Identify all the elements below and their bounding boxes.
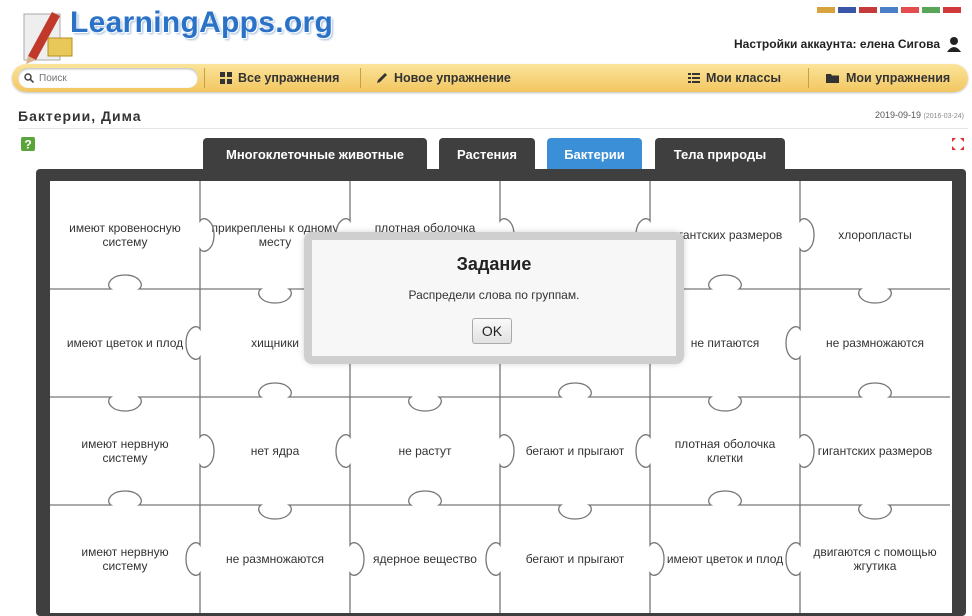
tab-label: Тела природы: [673, 146, 767, 162]
grid-icon: [220, 72, 232, 84]
nav-my-classes-label: Мои классы: [706, 71, 782, 85]
ok-button[interactable]: OK: [472, 318, 512, 344]
divider: [18, 128, 968, 129]
user-icon[interactable]: [946, 36, 962, 52]
task-dialog: Задание Распредели слова по группам. OK: [304, 232, 684, 364]
account-label[interactable]: Настройки аккаунта: елена Сигова: [734, 37, 940, 51]
site-logo[interactable]: LearningApps.org: [14, 0, 334, 66]
fullscreen-icon[interactable]: [952, 138, 964, 150]
nav-all-exercises[interactable]: Все упражнения: [220, 64, 339, 92]
search-box[interactable]: [18, 68, 198, 88]
tab-label: Многоклеточные животные: [226, 146, 404, 162]
list-icon: [688, 73, 700, 83]
svg-text:?: ?: [24, 138, 31, 152]
dialog-title: Задание: [456, 254, 532, 274]
date-modified: 2019-09-19: [874, 110, 922, 120]
search-icon: [24, 73, 34, 83]
page-date: 2019-09-19 (2016-03-24): [875, 110, 964, 120]
tab-label: Бактерии: [564, 146, 625, 162]
language-flags[interactable]: [814, 0, 964, 13]
help-icon[interactable]: ?: [20, 136, 36, 152]
logo-text: LearningApps.org: [70, 6, 334, 39]
nav-my-exercises-label: Мои упражнения: [846, 71, 951, 85]
search-input[interactable]: [37, 71, 181, 85]
dialog-text: Распредели слова по группам.: [408, 288, 580, 302]
account-settings[interactable]: Настройки аккаунта: елена Сигова: [734, 36, 962, 52]
nav-divider: [360, 68, 361, 88]
folder-icon: [826, 74, 839, 83]
date-created: (2016-03-24): [923, 113, 964, 120]
nav-my-exercises[interactable]: Мои упражнения: [826, 64, 950, 92]
tab-label: Растения: [457, 146, 517, 162]
nav-my-classes[interactable]: Мои классы: [688, 64, 781, 92]
page-title: Бактерии, Дима: [18, 108, 142, 124]
nav-divider: [204, 68, 205, 88]
nav-new-exercise[interactable]: Новое упражнение: [376, 64, 511, 92]
nav-new-exercise-label: Новое упражнение: [394, 71, 511, 85]
dialog-body: Задание Распредели слова по группам. OK: [312, 240, 676, 356]
main-navbar: Все упражнения Новое упражнение Мои клас…: [12, 64, 968, 92]
pencil-icon: [377, 73, 387, 83]
tab-multicellular-animals[interactable]: Многоклеточные животные: [203, 138, 427, 170]
tab-plants[interactable]: Растения: [439, 138, 535, 170]
nav-all-exercises-label: Все упражнения: [238, 71, 340, 85]
nav-divider: [808, 68, 809, 88]
tab-bacteria[interactable]: Бактерии: [547, 138, 642, 170]
tab-natural-bodies[interactable]: Тела природы: [655, 138, 785, 170]
